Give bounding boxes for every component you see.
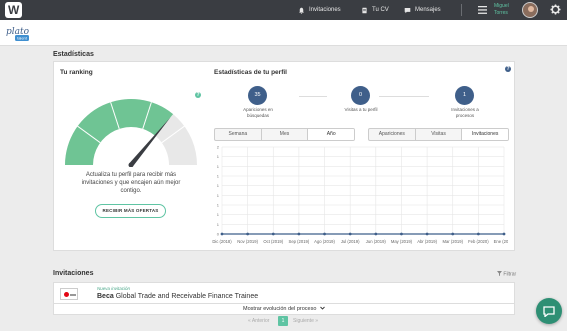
x-tick-label: Oct (2019) <box>263 239 283 244</box>
chat-icon <box>404 7 411 13</box>
avatar[interactable] <box>522 2 538 18</box>
app-logo[interactable]: W <box>5 2 22 18</box>
data-point <box>297 232 301 236</box>
y-tick-label: 1 <box>217 212 220 217</box>
chevron-down-icon <box>320 306 325 310</box>
gear-icon[interactable] <box>550 4 561 15</box>
profile-stats-title: Estadísticas de tu perfil <box>214 69 287 76</box>
tab-semana[interactable]: Semana <box>215 129 262 140</box>
pager-prev[interactable]: « Anterior <box>248 318 269 324</box>
x-tick-label: Jun (2019) <box>366 239 387 244</box>
ranking-gauge <box>65 98 197 167</box>
filter-icon <box>497 271 502 276</box>
stat-invitaciones-value: 1 <box>455 86 474 105</box>
data-point <box>502 232 506 236</box>
invitation-tag: Nueva invitación <box>97 286 131 291</box>
y-tick-label: 1 <box>217 164 220 169</box>
stat-apariciones-value: 35 <box>248 86 267 105</box>
invitation-company: Beca <box>97 293 114 300</box>
data-point <box>348 232 352 236</box>
stat-connector <box>299 96 327 97</box>
y-tick-label: 1 <box>217 154 220 159</box>
stat-visitas-value: 0 <box>351 86 370 105</box>
filter-label: Filtrar <box>503 271 517 278</box>
hamburger-icon[interactable] <box>478 6 487 14</box>
document-icon <box>362 7 367 13</box>
x-tick-label: Abr (2019) <box>417 239 437 244</box>
x-tick-label: Ago (2019) <box>314 239 335 244</box>
data-point <box>425 232 429 236</box>
page-title: Estadísticas <box>53 51 94 58</box>
bell-icon <box>299 7 304 14</box>
invitation-title[interactable]: Beca Global Trade and Receivable Finance… <box>97 293 258 300</box>
x-tick-label: May (2019) <box>391 239 413 244</box>
y-tick-label: 1 <box>217 174 220 179</box>
x-tick-label: Jul (2019) <box>341 239 360 244</box>
company-logo <box>60 288 78 300</box>
invitation-position: Global Trade and Receivable Finance Trai… <box>115 293 259 300</box>
data-point <box>220 232 224 236</box>
y-tick-label: 0 <box>217 232 220 237</box>
y-tick-label: 1 <box>217 203 220 208</box>
y-tick-label: 1 <box>217 183 220 188</box>
stat-invitaciones-label: Invitaciones a procesos <box>451 107 479 118</box>
top-navbar: W Invitaciones Tu CV Mensajes Miguel Tor… <box>0 0 567 20</box>
x-tick-label: Nov (2019) <box>237 239 258 244</box>
stat-visitas-label: Visitas a tu perfil <box>344 107 378 112</box>
nav-divider <box>461 4 462 16</box>
x-tick-label: Sep (2019) <box>289 239 310 244</box>
tab-mes[interactable]: Mes <box>262 129 309 140</box>
tab-invitaciones[interactable]: Invitaciones <box>462 129 508 140</box>
metric-tabs: Apariciones Visitas Invitaciones <box>368 128 509 141</box>
nav-tu-cv-label: Tu CV <box>372 7 389 13</box>
nav-mensajes[interactable]: Mensajes <box>404 0 441 20</box>
ranking-title: Tu ranking <box>60 69 93 76</box>
tab-apariciones[interactable]: Apariciones <box>369 129 416 140</box>
filter-button[interactable]: Filtrar <box>497 271 516 278</box>
nav-mensajes-label: Mensajes <box>415 7 441 13</box>
ranking-message: Actualiza tu perfil para recibir más inv… <box>81 172 181 194</box>
pager-next[interactable]: Siguiente » <box>293 318 318 324</box>
chat-launcher[interactable] <box>536 298 562 324</box>
data-point <box>374 232 378 236</box>
period-tabs: Semana Mes Año <box>214 128 355 141</box>
stat-connector <box>379 96 429 97</box>
data-point <box>400 232 403 236</box>
data-point <box>246 232 250 236</box>
tab-ano[interactable]: Año <box>308 129 354 140</box>
x-tick-label: Mar (2019) <box>442 239 463 244</box>
y-tick-label: 2 <box>217 145 220 150</box>
x-tick-label: Ene (2020) <box>494 239 508 244</box>
chat-bubble-icon <box>543 306 555 317</box>
pager-current[interactable]: 1 <box>278 316 288 326</box>
data-point <box>451 232 455 236</box>
y-tick-label: 1 <box>217 193 220 198</box>
invitation-row[interactable]: Nueva invitación Beca Global Trade and R… <box>53 282 515 304</box>
stat-apariciones-label: Apariciones en búsquedas <box>243 107 273 118</box>
user-first-name: Miguel <box>494 3 509 9</box>
data-point <box>323 232 326 236</box>
data-point <box>476 232 480 236</box>
logo-letter: W <box>8 3 20 17</box>
invitations-title: Invitaciones <box>53 270 94 277</box>
brand-badge: talent <box>17 36 28 41</box>
show-process-evolution[interactable]: Mostrar evolución del proceso <box>53 304 515 315</box>
data-point <box>271 232 275 236</box>
user-last-name: Torres <box>494 10 508 16</box>
x-tick-label: Dic (2018) <box>212 239 232 244</box>
tab-visitas[interactable]: Visitas <box>416 129 463 140</box>
sub-header: plato talent <box>0 20 567 46</box>
nav-invitaciones-label: Invitaciones <box>309 7 341 13</box>
brand-logo[interactable]: plato talent <box>6 23 30 43</box>
nav-tu-cv[interactable]: Tu CV <box>361 0 389 20</box>
show-process-label: Mostrar evolución del proceso <box>243 306 317 312</box>
nav-invitaciones[interactable]: Invitaciones <box>298 0 341 20</box>
invitations-line-chart: 0 1 1 1 1 1 1 1 1 2 Dic (2018) Nov (2019) Oct (2019)… <box>212 145 508 245</box>
receive-more-offers-button[interactable]: RECIBIR MÁS OFERTAS <box>95 204 166 218</box>
user-name[interactable]: Miguel Torres <box>494 3 509 17</box>
y-tick-label: 1 <box>217 222 220 227</box>
profile-help-icon[interactable]: ? <box>505 66 511 72</box>
stats-card: Tu ranking ? Actualiza tu perfil para re… <box>53 61 515 251</box>
x-tick-label: Feb (2020) <box>468 239 489 244</box>
